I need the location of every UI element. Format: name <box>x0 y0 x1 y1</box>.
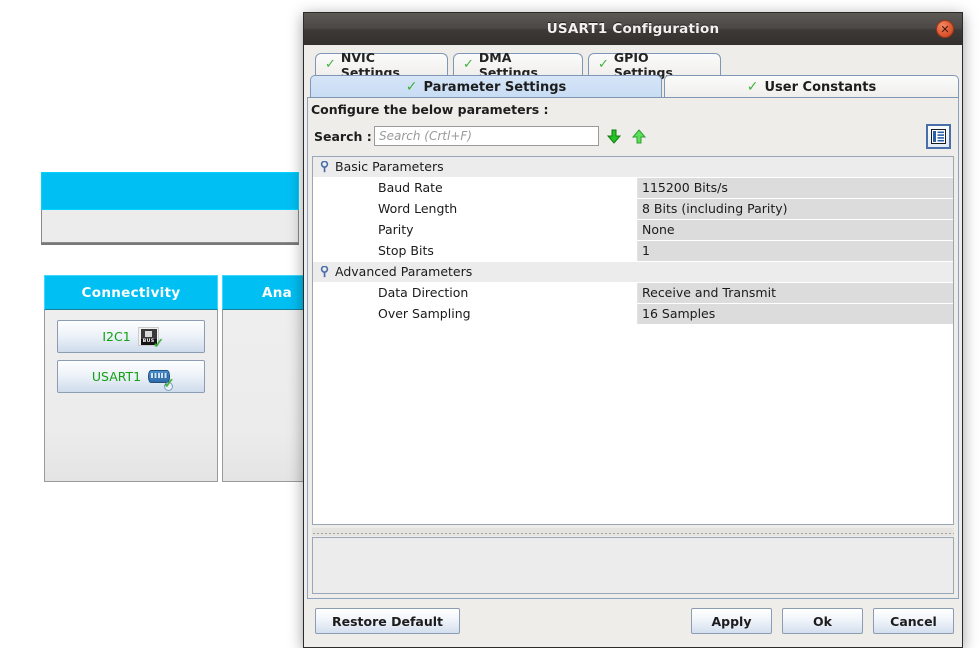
table-row[interactable]: Parity None <box>313 220 953 241</box>
apply-button[interactable]: Apply <box>691 608 772 634</box>
tab-dma-settings[interactable]: ✓ DMA Settings <box>453 50 583 80</box>
search-row: Search : <box>312 124 954 152</box>
parameter-settings-pane: Configure the below parameters : Search … <box>307 97 959 599</box>
parameter-name: Parity <box>313 220 638 240</box>
green-check-icon: ✓ <box>463 57 474 72</box>
green-check-icon: ✓ <box>152 335 165 352</box>
dialog-footer: Restore Default Apply Ok Cancel <box>304 599 962 647</box>
parameter-name: Word Length <box>313 199 638 219</box>
parameter-value[interactable]: 16 Samples <box>638 304 953 324</box>
green-check-icon: ✓ <box>746 79 759 95</box>
i2c-bus-icon: BUS ✓ <box>137 326 164 351</box>
tab-user-constants-label: User Constants <box>764 79 877 95</box>
parameter-name: Stop Bits <box>313 241 638 261</box>
parameter-name: Over Sampling <box>313 304 638 324</box>
usart-connector-icon: ✓ <box>148 367 175 391</box>
panel-connectivity-title: Connectivity <box>44 275 218 310</box>
search-label: Search : <box>314 129 372 144</box>
parameter-group-row[interactable]: Advanced Parameters <box>313 262 953 283</box>
peripheral-button-usart1[interactable]: USART1 ✓ <box>57 360 205 393</box>
tab-parameter-settings[interactable]: ✓ Parameter Settings <box>310 75 662 98</box>
table-view-icon[interactable] <box>926 124 951 149</box>
group-expand-icon[interactable] <box>313 161 335 173</box>
peripheral-button-i2c1[interactable]: I2C1 BUS ✓ <box>57 320 205 353</box>
tabstrip-bottom: ✓ Parameter Settings ✓ User Constants <box>307 75 959 98</box>
panel-connectivity-body: I2C1 BUS ✓ USART1 ✓ <box>44 310 218 482</box>
parameter-value[interactable]: 115200 Bits/s <box>638 178 953 198</box>
table-row[interactable]: Stop Bits 1 <box>313 241 953 262</box>
parameter-value[interactable]: Receive and Transmit <box>638 283 953 303</box>
dialog-body: ✓ NVIC Settings ✓ DMA Settings ✓ GPIO Se… <box>304 45 962 647</box>
green-check-icon: ✓ <box>325 57 336 72</box>
tab-user-constants[interactable]: ✓ User Constants <box>664 75 959 98</box>
peripheral-label-usart1: USART1 <box>91 369 142 384</box>
green-check-icon: ✓ <box>163 375 175 392</box>
green-check-icon: ✓ <box>598 57 609 72</box>
green-check-icon: ✓ <box>405 79 418 95</box>
cancel-button[interactable]: Cancel <box>873 608 954 634</box>
parameters-table[interactable]: Basic Parameters Baud Rate 115200 Bits/s… <box>312 156 954 525</box>
table-row[interactable]: Over Sampling 16 Samples <box>313 304 953 325</box>
ok-button[interactable]: Ok <box>782 608 863 634</box>
parameter-group-label: Advanced Parameters <box>335 264 473 279</box>
table-row[interactable]: Data Direction Receive and Transmit <box>313 283 953 304</box>
pane-splitter[interactable] <box>312 528 954 536</box>
table-row[interactable]: Word Length 8 Bits (including Parity) <box>313 199 953 220</box>
tabstrip-top: ✓ NVIC Settings ✓ DMA Settings ✓ GPIO Se… <box>307 50 959 80</box>
group-expand-icon[interactable] <box>313 266 335 278</box>
tab-gpio-settings[interactable]: ✓ GPIO Settings <box>588 50 721 80</box>
parameter-name: Baud Rate <box>313 178 638 198</box>
dialog-titlebar[interactable]: USART1 Configuration ✕ <box>304 13 962 46</box>
configure-instruction: Configure the below parameters : <box>311 102 549 117</box>
search-input[interactable] <box>374 126 599 146</box>
table-row[interactable]: Baud Rate 115200 Bits/s <box>313 178 953 199</box>
background-divider <box>41 243 299 245</box>
parameter-value[interactable]: 8 Bits (including Parity) <box>638 199 953 219</box>
restore-default-button[interactable]: Restore Default <box>315 608 460 634</box>
parameter-description-pane <box>312 537 954 594</box>
arrow-down-icon[interactable] <box>607 129 621 144</box>
parameter-name: Data Direction <box>313 283 638 303</box>
table-empty-area <box>313 325 953 524</box>
parameter-value[interactable]: None <box>638 220 953 240</box>
close-icon[interactable]: ✕ <box>936 20 954 38</box>
peripheral-label-i2c1: I2C1 <box>102 329 131 344</box>
tab-nvic-settings[interactable]: ✓ NVIC Settings <box>315 50 448 80</box>
background-header-bar <box>41 172 299 210</box>
usart1-configuration-dialog: USART1 Configuration ✕ ✓ NVIC Settings ✓… <box>303 12 963 648</box>
parameter-group-label: Basic Parameters <box>335 159 444 174</box>
dialog-title: USART1 Configuration <box>546 21 720 37</box>
parameter-group-row[interactable]: Basic Parameters <box>313 157 953 178</box>
background-header-body <box>41 210 299 243</box>
parameter-value[interactable]: 1 <box>638 241 953 261</box>
panel-connectivity: Connectivity I2C1 BUS ✓ USART1 ✓ <box>44 275 218 482</box>
arrow-up-icon[interactable] <box>632 129 646 144</box>
tab-parameter-settings-label: Parameter Settings <box>423 79 567 95</box>
